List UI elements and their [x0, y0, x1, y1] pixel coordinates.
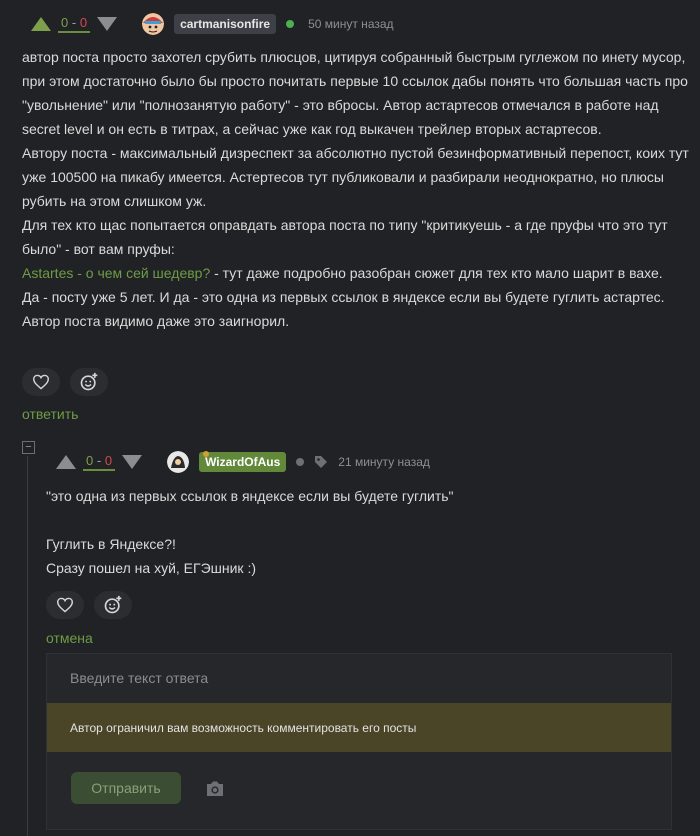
- emoji-add-icon: [104, 595, 122, 614]
- comment-paragraph: автор поста просто захотел срубить плюсц…: [22, 49, 688, 137]
- astartes-link[interactable]: Astartes - о чем сей шедевр?: [22, 265, 210, 281]
- reply-form: Автор ограничил вам возможность комменти…: [46, 653, 672, 830]
- comment-paragraph: Да - посту уже 5 лет. И да - это одна из…: [22, 289, 665, 305]
- score-negative: 0: [104, 453, 113, 468]
- downvote-button[interactable]: [96, 16, 118, 32]
- score-positive: 0: [86, 453, 94, 468]
- reply-header: 0 - 0 WizardOfAus 21 минуту назад: [55, 450, 430, 474]
- comment-header: 0 - 0 cartmanisonfire 50 минут назад: [30, 12, 394, 36]
- vote-box: 0 - 0: [55, 453, 143, 471]
- score-negative: 0: [79, 15, 88, 30]
- heart-icon: [56, 597, 74, 613]
- comment-actions: [22, 368, 108, 396]
- reply-line: Гуглить в Яндексе?!: [46, 536, 176, 552]
- badge-dot: [203, 451, 209, 457]
- collapse-icon: −: [25, 441, 32, 453]
- submit-label: Отправить: [91, 780, 161, 796]
- tag-icon[interactable]: [314, 455, 328, 469]
- username[interactable]: WizardOfAus: [199, 452, 287, 472]
- reply-line: Сразу пошел на хуй, ЕГЭшник :): [46, 560, 256, 576]
- reply-blank-line: [46, 508, 686, 532]
- thread-line: [27, 456, 28, 836]
- like-button[interactable]: [46, 591, 84, 619]
- reply-time: 21 минуту назад: [338, 455, 430, 469]
- vote-box: 0 - 0: [30, 15, 118, 33]
- user-avatar[interactable]: [142, 13, 165, 35]
- add-reaction-button[interactable]: [70, 368, 108, 396]
- reply-line: "это одна из первых ссылок в яндексе есл…: [46, 488, 454, 504]
- camera-icon[interactable]: [205, 780, 225, 798]
- user-avatar[interactable]: [167, 451, 190, 473]
- cancel-link[interactable]: отмена: [46, 630, 93, 646]
- upvote-button[interactable]: [30, 16, 52, 32]
- restriction-text: Автор ограничил вам возможность комменти…: [70, 720, 417, 735]
- comment-paragraph: Для тех кто щас попытается оправдать авт…: [22, 217, 668, 257]
- score-separator: -: [71, 15, 77, 30]
- heart-icon: [32, 374, 50, 390]
- downvote-button[interactable]: [121, 454, 143, 470]
- comment-score: 0 - 0: [58, 15, 91, 33]
- reply-input[interactable]: [47, 654, 671, 702]
- reply-actions: [46, 591, 132, 619]
- score-separator: -: [96, 453, 102, 468]
- reply-score: 0 - 0: [83, 453, 116, 471]
- like-button[interactable]: [22, 368, 60, 396]
- offline-status-dot: [296, 458, 305, 466]
- add-reaction-button[interactable]: [94, 591, 132, 619]
- comment-paragraph-with-link: Astartes - о чем сей шедевр? - тут даже …: [22, 261, 692, 285]
- online-status-dot: [286, 20, 295, 28]
- comment-paragraph: Автору поста - максимальный дизреспект з…: [22, 145, 689, 209]
- emoji-add-icon: [80, 372, 98, 391]
- reply-link[interactable]: ответить: [22, 406, 78, 422]
- username[interactable]: cartmanisonfire: [174, 14, 277, 34]
- submit-button[interactable]: Отправить: [71, 772, 181, 804]
- restriction-notice: Автор ограничил вам возможность комменти…: [47, 703, 671, 752]
- comment-text: автор поста просто захотел срубить плюсц…: [22, 45, 692, 333]
- upvote-button[interactable]: [55, 454, 77, 470]
- comment-time: 50 минут назад: [308, 17, 394, 31]
- comment-link-tail: - тут даже подробно разобран сюжет для т…: [210, 265, 663, 281]
- comment-paragraph: Автор поста видимо даже это заигнорил.: [22, 313, 290, 329]
- score-positive: 0: [61, 15, 69, 30]
- collapse-toggle[interactable]: −: [22, 441, 35, 454]
- reply-text: "это одна из первых ссылок в яндексе есл…: [46, 484, 686, 580]
